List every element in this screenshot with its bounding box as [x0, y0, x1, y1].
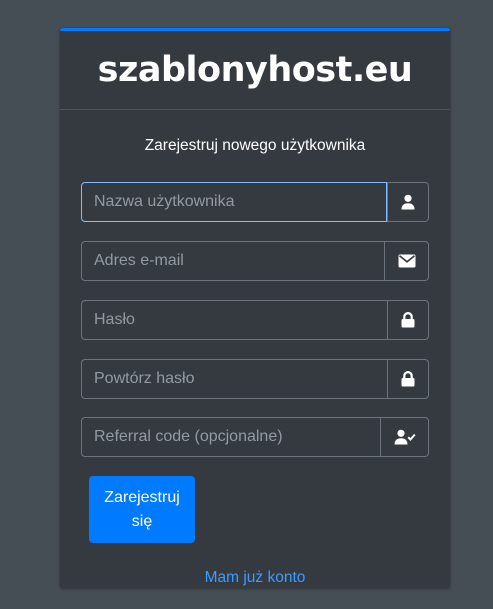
user-check-icon	[394, 429, 416, 445]
referral-code-input[interactable]	[81, 417, 380, 457]
card-header: szablonyhost.eu	[60, 31, 450, 110]
register-button[interactable]: Zarejestruj się	[89, 476, 195, 543]
lock-icon	[401, 371, 415, 387]
repeat-password-group	[81, 359, 429, 399]
username-group	[81, 182, 429, 222]
brand-title[interactable]: szablonyhost.eu	[98, 50, 413, 90]
username-input[interactable]	[81, 182, 387, 222]
form-subtitle: Zarejestruj nowego użytkownika	[144, 137, 366, 154]
email-input[interactable]	[81, 241, 384, 281]
login-link[interactable]: Mam już konto	[60, 569, 450, 587]
email-group	[81, 241, 429, 281]
lock-icon	[401, 312, 415, 328]
envelope-icon	[398, 254, 415, 268]
password-group	[81, 300, 429, 340]
register-card: szablonyhost.eu Zarejestruj nowego użytk…	[60, 28, 450, 588]
username-addon	[387, 182, 429, 222]
repeat-password-input[interactable]	[81, 359, 387, 399]
repeat-password-addon	[387, 359, 429, 399]
password-input[interactable]	[81, 300, 387, 340]
referral-addon	[380, 417, 429, 457]
password-addon	[387, 300, 429, 340]
user-icon	[401, 194, 415, 210]
email-addon	[384, 241, 429, 281]
referral-group	[81, 417, 429, 457]
